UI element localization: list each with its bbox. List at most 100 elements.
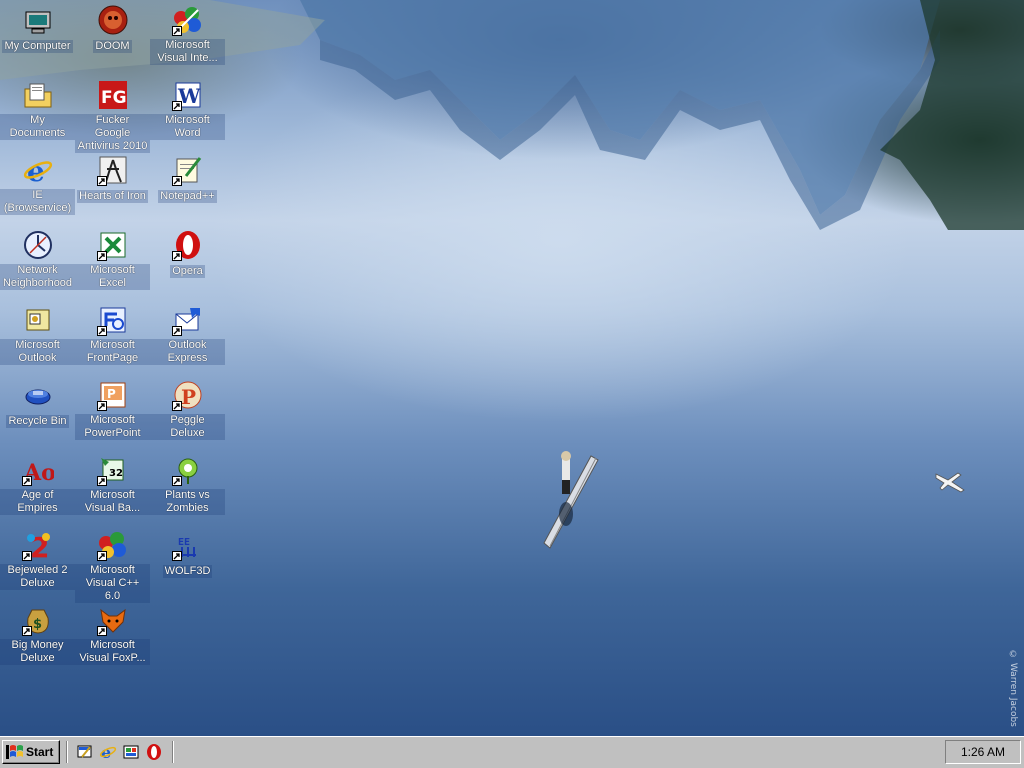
desktop-icon-opera[interactable]: Opera (150, 229, 225, 279)
desktop-icon-label: Outlook Express (150, 339, 225, 365)
shortcut-arrow-icon (21, 476, 32, 486)
age-of-empires-icon: AoE (21, 454, 54, 486)
desktop-icon-label: WOLF3D (162, 565, 213, 578)
desktop-icon-label: Microsoft Outlook (0, 339, 75, 365)
desktop-icon-big-money-deluxe[interactable]: $ Big Money Deluxe (0, 604, 75, 666)
desktop-icon-bejeweled-2-deluxe[interactable]: 2 Bejeweled 2 Deluxe (0, 529, 75, 591)
desktop-icon-label: Recycle Bin (6, 415, 69, 428)
desktop-icon-label: Notepad++ (158, 190, 217, 203)
channels-icon (123, 745, 139, 759)
desktop-icon-my-computer[interactable]: My Computer (0, 4, 75, 54)
desktop-icon-microsoft-word[interactable]: W Microsoft Word (150, 79, 225, 141)
desktop-icon-label: Big Money Deluxe (0, 639, 75, 665)
desktop-icon-microsoft-powerpoint[interactable]: P Microsoft PowerPoint (75, 379, 150, 441)
taskbar-separator (172, 741, 174, 763)
desktop-icon-label: Microsoft Visual Ba... (75, 489, 150, 515)
shortcut-arrow-icon (171, 551, 182, 561)
desktop-icon-wolf3d[interactable]: EE WOLF3D (150, 529, 225, 579)
hearts-of-iron-icon (96, 154, 129, 186)
shortcut-arrow-icon (21, 551, 32, 561)
desktop-icon-recycle-bin[interactable]: Recycle Bin (0, 379, 75, 429)
desktop-icon-microsoft-outlook[interactable]: Microsoft Outlook (0, 304, 75, 366)
desktop-icon-label: Microsoft PowerPoint (75, 414, 150, 440)
desktop-icon-label: Bejeweled 2 Deluxe (0, 564, 75, 590)
show-desktop-icon (77, 745, 92, 758)
desktop-icon-microsoft-excel[interactable]: Microsoft Excel (75, 229, 150, 291)
desktop-icon-label: Hearts of Iron (77, 190, 148, 203)
system-tray: 1:26 AM (945, 740, 1021, 764)
desktop-icon-label: Network Neighborhood (0, 264, 75, 290)
desktop-icon-label: Microsoft Visual Inte... (150, 39, 225, 65)
peggle-icon: P (171, 379, 204, 411)
shortcut-arrow-icon (96, 176, 107, 186)
desktop-icon-label: Microsoft Word (150, 114, 225, 140)
desktop-icon-label: My Documents (0, 114, 75, 140)
shortcut-arrow-icon (171, 251, 182, 261)
desktop-icon-ie-browservice[interactable]: e IE (Browservice) (0, 154, 75, 216)
visual-cpp-icon (96, 529, 129, 561)
desktop-icon-doom[interactable]: DOOM (75, 4, 150, 54)
shortcut-arrow-icon (171, 26, 182, 36)
internet-explorer-icon: e (22, 154, 54, 186)
desktop-icon-label: Microsoft FrontPage (75, 339, 150, 365)
desktop-icon-microsoft-frontpage[interactable]: Microsoft FrontPage (75, 304, 150, 366)
visual-foxpro-icon (96, 604, 129, 636)
desktop-icon-plants-vs-zombies[interactable]: Plants vs Zombies (150, 454, 225, 516)
desktop-icon-my-documents[interactable]: My Documents (0, 79, 75, 141)
desktop-icon-label: IE (Browservice) (0, 189, 75, 215)
desktop-icon-network-neighborhood[interactable]: Network Neighborhood (0, 229, 75, 291)
quick-launch-internet-explorer[interactable]: e (99, 743, 117, 762)
shortcut-arrow-icon (96, 551, 107, 561)
doom-icon (97, 4, 129, 36)
desktop-icon-label: Fucker Google Antivirus 2010 (75, 114, 150, 153)
desktop[interactable]: © Warren Jacobs My Computer My Documents e… (0, 0, 1024, 736)
shortcut-arrow-icon (171, 401, 182, 411)
my-computer-icon (22, 4, 54, 36)
airplane-cursor-icon (935, 472, 965, 493)
desktop-icon-fucker-google-antivirus-2010[interactable]: FG Fucker Google Antivirus 2010 (75, 79, 150, 154)
desktop-icon-microsoft-visual-inte[interactable]: Microsoft Visual Inte... (150, 4, 225, 66)
powerpoint-icon: P (96, 379, 129, 411)
shortcut-arrow-icon (21, 626, 32, 636)
shortcut-arrow-icon (96, 251, 107, 261)
desktop-icon-microsoft-visual-foxp[interactable]: Microsoft Visual FoxP... (75, 604, 150, 666)
quick-launch-opera[interactable] (145, 743, 163, 761)
outlook-express-icon (171, 304, 204, 336)
quick-launch-show-desktop[interactable] (76, 743, 94, 761)
desktop-icon-age-of-empires[interactable]: AoE Age of Empires (0, 454, 75, 516)
svg-text:32: 32 (109, 468, 123, 479)
notepad-plus-plus-icon (171, 154, 204, 186)
desktop-icon-label: My Computer (2, 40, 73, 53)
desktop-icon-label: Plants vs Zombies (150, 489, 225, 515)
desktop-icon-label: Peggle Deluxe (150, 414, 225, 440)
desktop-icon-microsoft-visual-c-6-0[interactable]: Microsoft Visual C++ 6.0 (75, 529, 150, 604)
shortcut-arrow-icon (96, 626, 107, 636)
desktop-icon-notepad[interactable]: Notepad++ (150, 154, 225, 204)
desktop-icon-peggle-deluxe[interactable]: P Peggle Deluxe (150, 379, 225, 441)
desktop-icon-label: Opera (170, 265, 205, 278)
outlook-icon (22, 304, 54, 336)
antivirus-icon: FG (97, 79, 129, 111)
plants-vs-zombies-icon (171, 454, 204, 486)
wallpaper-raft (543, 451, 599, 549)
shortcut-arrow-icon (171, 476, 182, 486)
svg-text:P: P (181, 385, 196, 409)
wallpaper-copyright: © Warren Jacobs (1008, 650, 1018, 727)
clock[interactable]: 1:26 AM (961, 745, 1005, 759)
opera-icon (171, 229, 204, 261)
start-label: Start (26, 745, 54, 759)
desktop-icon-hearts-of-iron[interactable]: Hearts of Iron (75, 154, 150, 204)
word-icon: W (171, 79, 204, 111)
desktop-icon-microsoft-visual-ba[interactable]: 32 Microsoft Visual Ba... (75, 454, 150, 516)
desktop-icon-label: Microsoft Visual C++ 6.0 (75, 564, 150, 603)
svg-text:$: $ (33, 617, 42, 632)
excel-icon (96, 229, 129, 261)
taskbar-separator (66, 741, 68, 763)
quick-launch-channels[interactable] (122, 743, 140, 761)
start-button[interactable]: Start (2, 740, 60, 764)
opera-icon (147, 744, 161, 760)
wolf3d-icon: EE (171, 529, 204, 561)
shortcut-arrow-icon (96, 401, 107, 411)
desktop-icon-outlook-express[interactable]: Outlook Express (150, 304, 225, 366)
frontpage-icon (96, 304, 129, 336)
